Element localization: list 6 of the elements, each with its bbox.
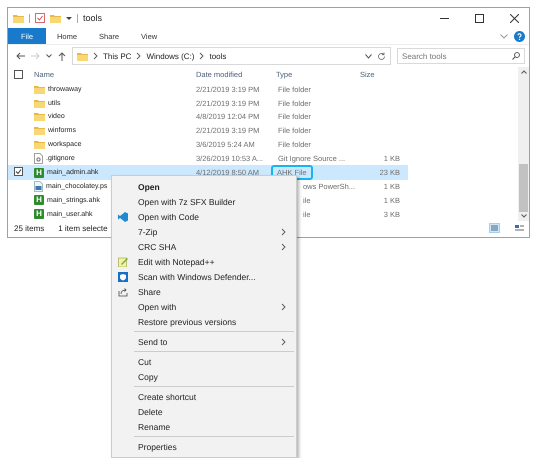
- script-icon: H: [34, 209, 44, 220]
- script-icon: H: [34, 168, 44, 178]
- window-title: tools: [83, 13, 102, 23]
- selection-count: 1 item selecte: [58, 224, 108, 232]
- script-icon: H: [34, 195, 44, 206]
- item-count: 25 items: [14, 224, 44, 232]
